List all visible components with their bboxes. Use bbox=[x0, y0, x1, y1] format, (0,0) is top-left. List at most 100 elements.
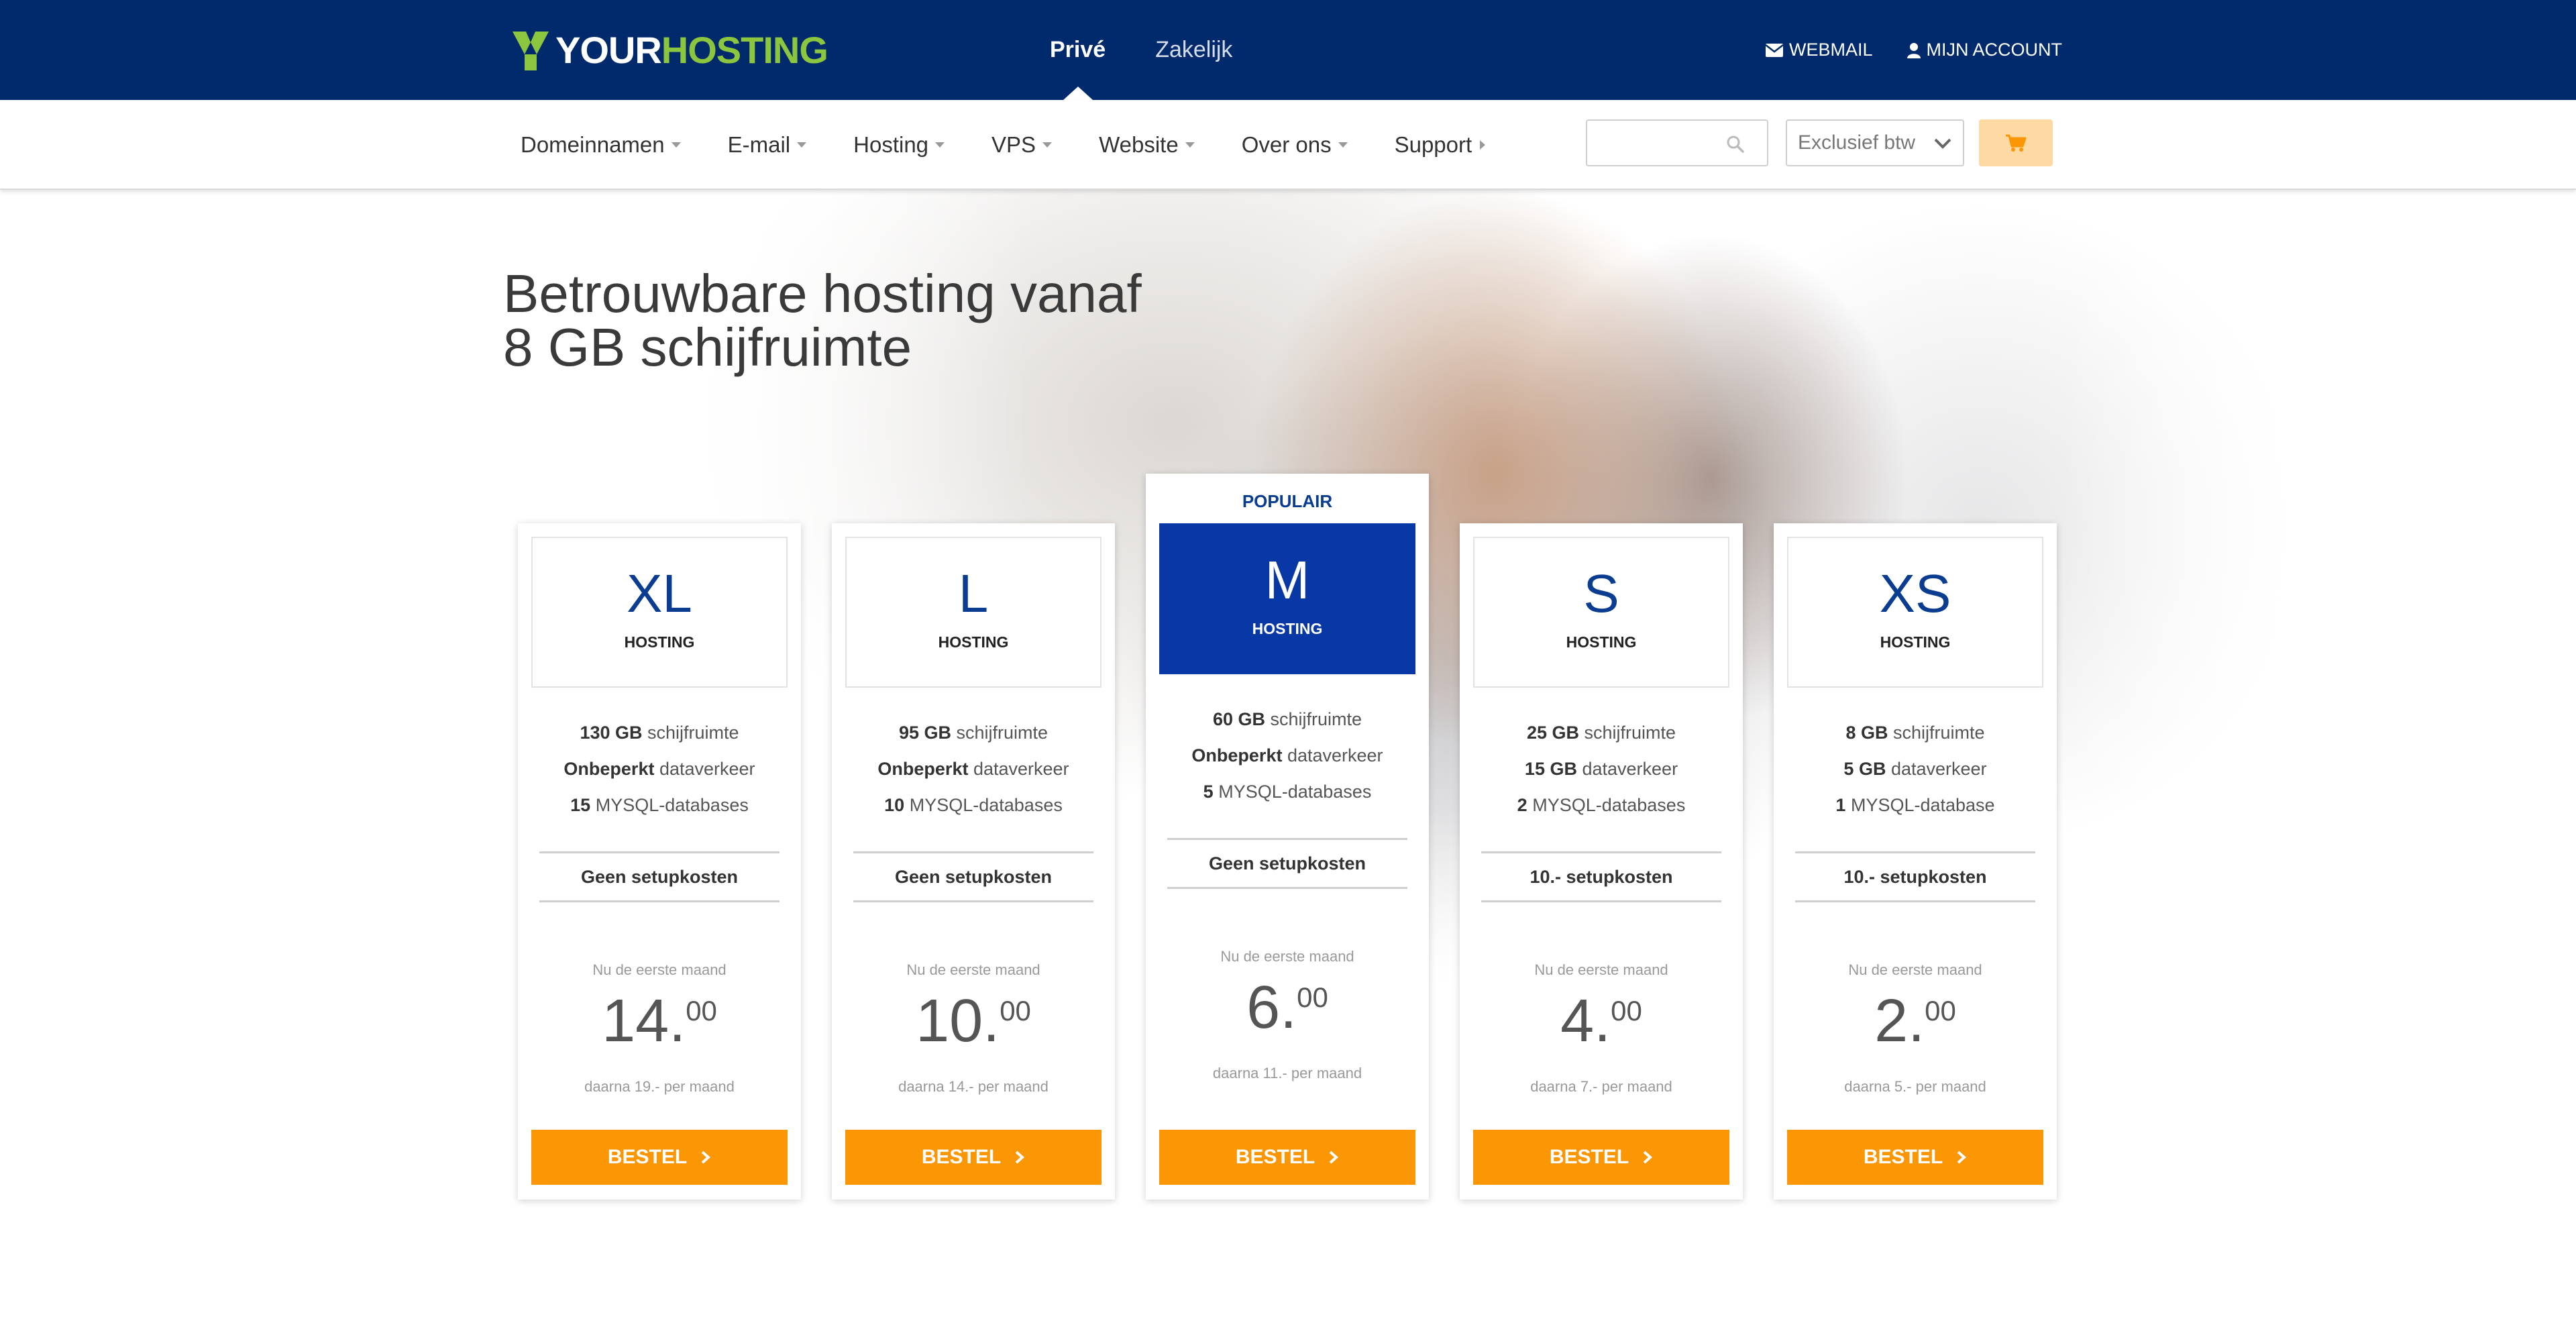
feature-disk: 60 GB schijfruimte bbox=[1212, 709, 1362, 729]
plan-features: 95 GB schijfruimte Onbeperkt dataverkeer… bbox=[832, 715, 1115, 823]
hero-headline-line1: Betrouwbare hosting vanaf bbox=[503, 264, 1142, 323]
menu-item-email[interactable]: E-mail bbox=[728, 132, 807, 158]
chevron-down-icon bbox=[1934, 138, 1951, 149]
price-after: daarna 19.- per maand bbox=[584, 1078, 735, 1095]
plan-size: S bbox=[1583, 564, 1619, 623]
segment-nav: Privé Zakelijk bbox=[1050, 0, 1282, 100]
price-note: Nu de eerste maand bbox=[1848, 961, 1982, 978]
bestel-button[interactable]: BESTEL bbox=[1159, 1130, 1415, 1185]
segment-zakelijk[interactable]: Zakelijk bbox=[1155, 0, 1232, 100]
price-note: Nu de eerste maand bbox=[1220, 948, 1354, 965]
chevron-down-icon bbox=[671, 142, 681, 148]
menu-label: Website bbox=[1099, 132, 1179, 157]
setup-cost: 10.- setupkosten bbox=[1481, 851, 1721, 902]
segment-prive-label: Privé bbox=[1050, 37, 1106, 62]
plan-header: XS HOSTING bbox=[1787, 537, 2043, 688]
bestel-button[interactable]: BESTEL bbox=[845, 1130, 1102, 1185]
user-icon bbox=[1907, 42, 1921, 58]
feature-databases: 1 MYSQL-database bbox=[1835, 795, 1995, 815]
feature-disk: 95 GB schijfruimte bbox=[898, 723, 1049, 743]
cart-icon bbox=[2006, 134, 2027, 152]
search-input[interactable] bbox=[1597, 121, 1731, 164]
menu-item-domeinnamen[interactable]: Domeinnamen bbox=[521, 132, 681, 158]
price: 2.00 bbox=[1874, 988, 1956, 1055]
menu-item-hosting[interactable]: Hosting bbox=[853, 132, 945, 158]
chevron-right-icon bbox=[1643, 1151, 1653, 1164]
price-after: daarna 7.- per maand bbox=[1530, 1078, 1672, 1095]
price: 14.00 bbox=[602, 988, 717, 1055]
logo-wordmark: YOURHOSTING bbox=[555, 27, 828, 74]
chevron-right-icon bbox=[1015, 1151, 1025, 1164]
vat-select[interactable]: Exclusief btw bbox=[1786, 119, 1964, 166]
plan-card-xs: XS HOSTING 8 GB schijfruimte 5 GB datave… bbox=[1774, 523, 2057, 1200]
setup-cost: Geen setupkosten bbox=[853, 851, 1093, 902]
plan-card-l: L HOSTING 95 GB schijfruimte Onbeperkt d… bbox=[832, 523, 1115, 1200]
logo-your: YOUR bbox=[555, 29, 662, 71]
plan-header: M HOSTING bbox=[1159, 523, 1415, 674]
account-links: WEBMAIL MIJN ACCOUNT bbox=[1731, 0, 2062, 100]
price: 10.00 bbox=[916, 988, 1031, 1055]
menu-item-vps[interactable]: VPS bbox=[991, 132, 1053, 158]
plan-card-m: POPULAIR M HOSTING 60 GB schijfruimte On… bbox=[1146, 474, 1429, 1200]
price-after: daarna 5.- per maand bbox=[1844, 1078, 1986, 1095]
my-account-label: MIJN ACCOUNT bbox=[1926, 40, 2063, 60]
setup-cost: Geen setupkosten bbox=[539, 851, 780, 902]
active-caret-icon bbox=[1063, 87, 1093, 100]
plan-size: L bbox=[958, 564, 989, 623]
plan-type: HOSTING bbox=[624, 633, 695, 651]
plan-size: XS bbox=[1879, 564, 1951, 623]
webmail-label: WEBMAIL bbox=[1788, 40, 1873, 60]
bestel-button[interactable]: BESTEL bbox=[1473, 1130, 1729, 1185]
feature-traffic: Onbeperkt dataverkeer bbox=[564, 759, 755, 779]
feature-databases: 2 MYSQL-databases bbox=[1517, 795, 1686, 815]
feature-databases: 10 MYSQL-databases bbox=[884, 795, 1063, 815]
top-header: YOURHOSTING Privé Zakelijk WEBMAIL MIJN … bbox=[0, 0, 2576, 100]
plan-header: XL HOSTING bbox=[531, 537, 788, 688]
menu-item-over-ons[interactable]: Over ons bbox=[1242, 132, 1348, 158]
chevron-down-icon bbox=[1338, 142, 1348, 148]
envelope-icon bbox=[1765, 43, 1784, 57]
plan-header: S HOSTING bbox=[1473, 537, 1729, 688]
chevron-down-icon bbox=[797, 142, 807, 148]
plan-size: XL bbox=[627, 564, 692, 623]
yourhosting-logo[interactable]: YOURHOSTING bbox=[511, 27, 828, 74]
cart-button[interactable] bbox=[1979, 119, 2053, 166]
chevron-down-icon bbox=[1042, 142, 1053, 148]
feature-databases: 15 MYSQL-databases bbox=[570, 795, 749, 815]
setup-cost: Geen setupkosten bbox=[1167, 838, 1407, 889]
plan-features: 130 GB schijfruimte Onbeperkt dataverkee… bbox=[518, 715, 801, 823]
menu-item-website[interactable]: Website bbox=[1099, 132, 1195, 158]
price: 4.00 bbox=[1560, 988, 1642, 1055]
bestel-button[interactable]: BESTEL bbox=[1787, 1130, 2043, 1185]
search-icon[interactable] bbox=[1727, 136, 1744, 153]
search-box bbox=[1586, 119, 1768, 166]
segment-prive[interactable]: Privé bbox=[1050, 0, 1106, 100]
menu-label: Over ons bbox=[1241, 132, 1332, 157]
popular-badge: POPULAIR bbox=[1242, 491, 1333, 511]
hero-headline-line2: 8 GB schijfruimte bbox=[503, 317, 912, 377]
price-note: Nu de eerste maand bbox=[906, 961, 1040, 978]
feature-traffic: Onbeperkt dataverkeer bbox=[877, 759, 1069, 779]
plan-features: 8 GB schijfruimte 5 GB dataverkeer 1 MYS… bbox=[1774, 715, 2057, 823]
menu-item-support[interactable]: Support bbox=[1395, 132, 1486, 158]
setup-cost: 10.- setupkosten bbox=[1795, 851, 2035, 902]
price-note: Nu de eerste maand bbox=[1534, 961, 1668, 978]
plan-size: M bbox=[1265, 550, 1310, 610]
logo-hosting: HOSTING bbox=[661, 29, 828, 71]
my-account-link[interactable]: MIJN ACCOUNT bbox=[1907, 40, 2063, 60]
plan-card-s: S HOSTING 25 GB schijfruimte 15 GB datav… bbox=[1460, 523, 1743, 1200]
plan-features: 25 GB schijfruimte 15 GB dataverkeer 2 M… bbox=[1460, 715, 1743, 823]
main-menu: Domeinnamen E-mail Hosting VPS Website O… bbox=[521, 100, 1532, 190]
feature-disk: 130 GB schijfruimte bbox=[580, 723, 739, 743]
feature-traffic: 5 GB dataverkeer bbox=[1843, 759, 1987, 779]
price-after: daarna 14.- per maand bbox=[898, 1078, 1049, 1095]
chevron-down-icon bbox=[935, 142, 945, 148]
chevron-right-icon bbox=[1480, 140, 1486, 150]
menu-label: Support bbox=[1394, 132, 1472, 157]
webmail-link[interactable]: WEBMAIL bbox=[1765, 40, 1873, 60]
plan-type: HOSTING bbox=[1880, 633, 1951, 651]
plan-type: HOSTING bbox=[1566, 633, 1637, 651]
bestel-button[interactable]: BESTEL bbox=[531, 1130, 788, 1185]
feature-traffic: 15 GB dataverkeer bbox=[1524, 759, 1678, 779]
feature-disk: 25 GB schijfruimte bbox=[1526, 723, 1676, 743]
